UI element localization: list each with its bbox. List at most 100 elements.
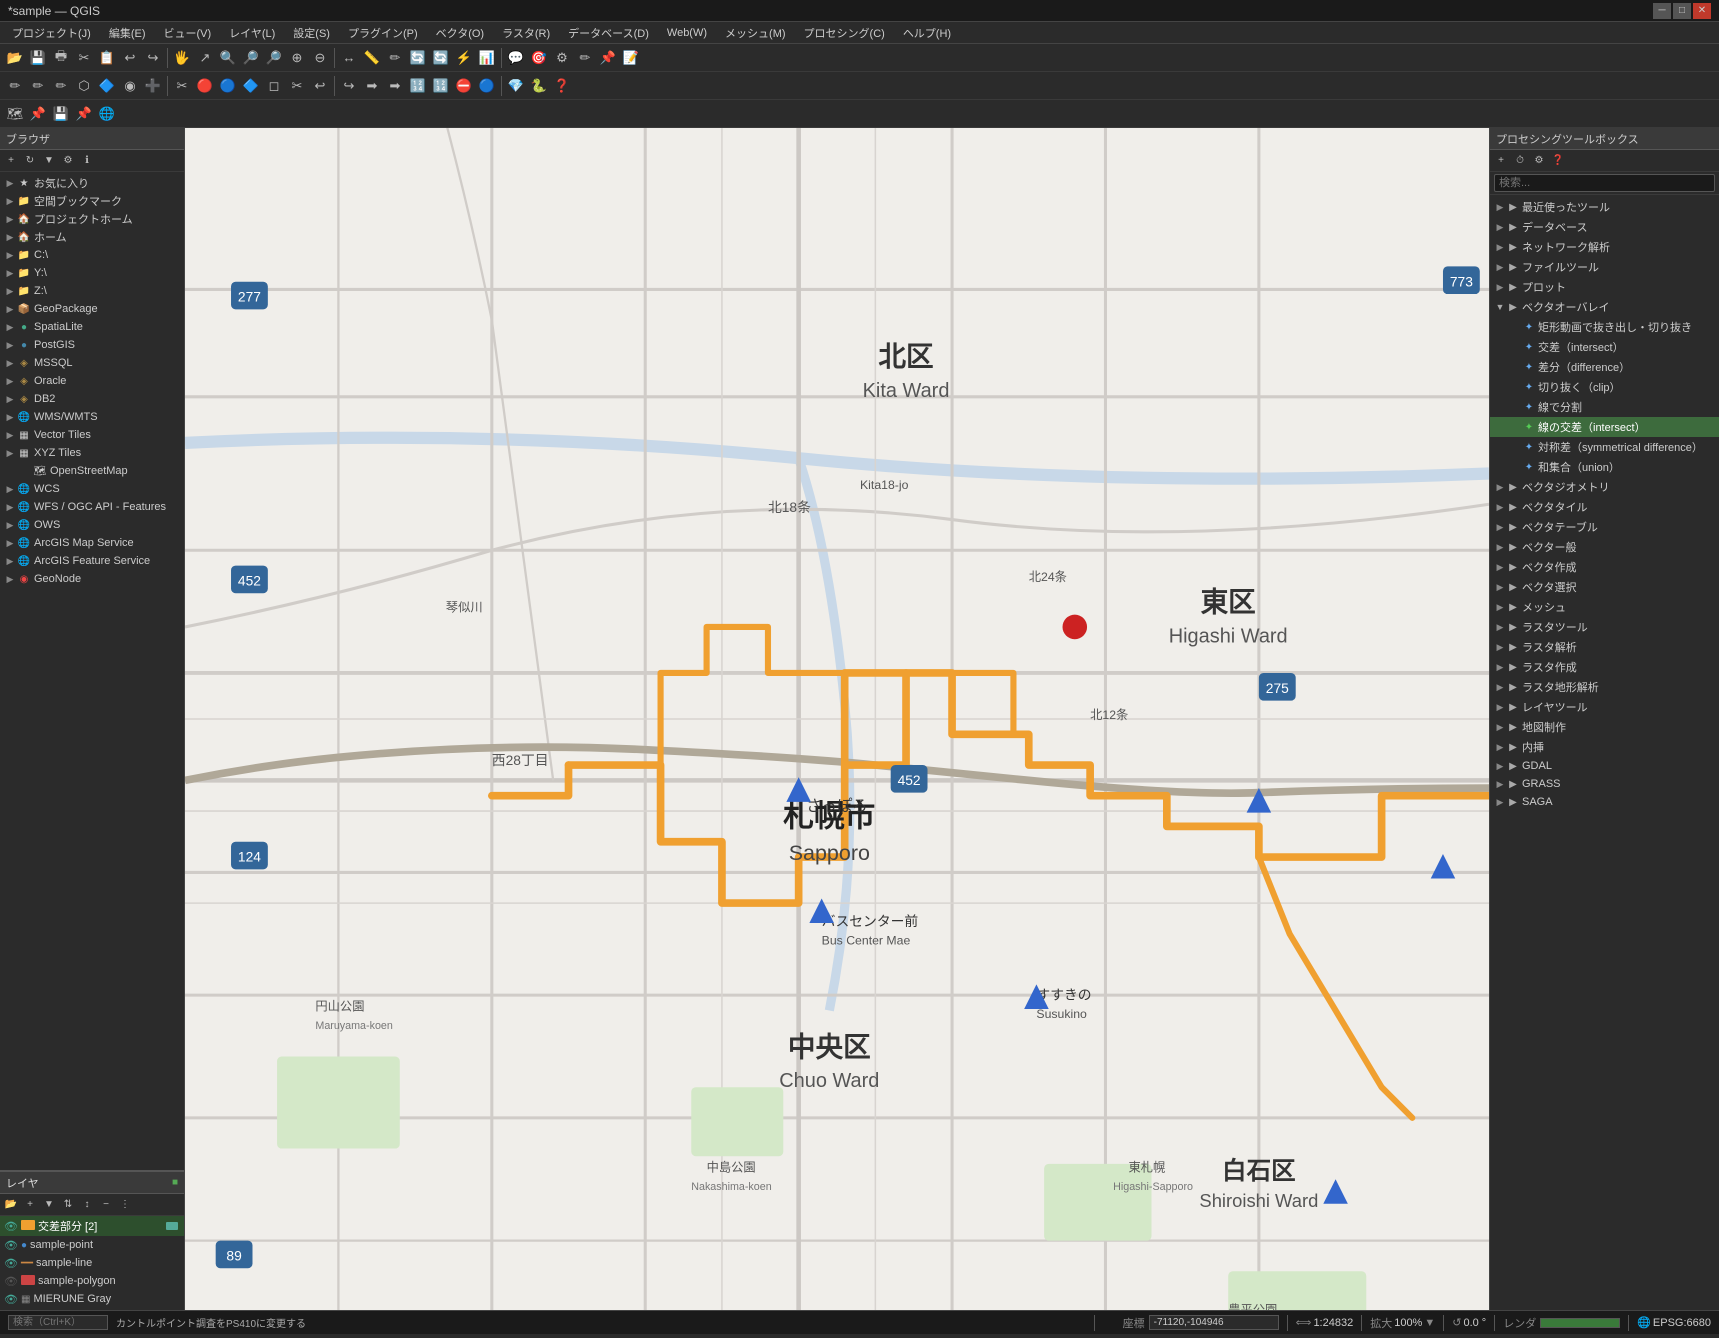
proc-tree-item-21[interactable]: ▶▶ラスタツール — [1490, 617, 1719, 637]
proc-tree-item-24[interactable]: ▶▶ラスタ地形解析 — [1490, 677, 1719, 697]
browser-add-button[interactable]: + — [2, 152, 20, 170]
browser-tree-item-12[interactable]: ▶◈DB2 — [0, 390, 184, 408]
toolbar-button-4[interactable]: 📋 — [96, 47, 118, 69]
proc-history-button[interactable]: ⏱ — [1511, 152, 1529, 170]
browser-tree-item-19[interactable]: ▶🌐OWS — [0, 516, 184, 534]
menu-item-s[interactable]: 設定(S) — [285, 23, 338, 43]
menu-item-j[interactable]: プロジェクト(J) — [4, 23, 99, 43]
browser-tree-item-21[interactable]: ▶🌐ArcGIS Feature Service — [0, 552, 184, 570]
toolbar-button-10[interactable]: 🔷 — [240, 75, 262, 97]
browser-tree-item-20[interactable]: ▶🌐ArcGIS Map Service — [0, 534, 184, 552]
toolbar-button-15[interactable]: 📏 — [361, 47, 383, 69]
layer-visibility-4[interactable]: 👁 — [4, 1292, 18, 1306]
layer-options-0[interactable] — [164, 1218, 180, 1234]
toolbar-button-14[interactable]: ↪ — [338, 75, 360, 97]
menu-item-m[interactable]: メッシュ(M) — [717, 23, 794, 43]
toolbar-button-0[interactable]: 📂 — [4, 47, 26, 69]
toolbar-button-9[interactable]: 🔍 — [217, 47, 239, 69]
toolbar-button-20[interactable]: 📊 — [476, 47, 498, 69]
proc-tree-item-11[interactable]: ✦線の交差（intersect） — [1490, 417, 1719, 437]
toolbar-button-23[interactable]: ❓ — [551, 75, 573, 97]
proc-settings-button[interactable]: ⚙ — [1530, 152, 1548, 170]
toolbar-button-16[interactable]: ➡ — [384, 75, 406, 97]
proc-tree-item-2[interactable]: ▶▶ネットワーク解析 — [1490, 237, 1719, 257]
layers-options-button[interactable]: ⋮ — [116, 1196, 134, 1214]
proc-tree-item-15[interactable]: ▶▶ベクタタイル — [1490, 497, 1719, 517]
toolbar-button-25[interactable]: 📌 — [597, 47, 619, 69]
layer-visibility-2[interactable]: 👁 — [4, 1256, 18, 1270]
browser-tree-item-22[interactable]: ▶◉GeoNode — [0, 570, 184, 588]
proc-tree-item-9[interactable]: ✦切り抜く（clip） — [1490, 377, 1719, 397]
proc-tree-item-16[interactable]: ▶▶ベクタテーブル — [1490, 517, 1719, 537]
proc-tree-item-18[interactable]: ▶▶ベクタ作成 — [1490, 557, 1719, 577]
toolbar-button-1[interactable]: ✏ — [27, 75, 49, 97]
browser-tree-item-9[interactable]: ▶●PostGIS — [0, 336, 184, 354]
toolbar-button-19[interactable]: ⚡ — [453, 47, 475, 69]
proc-tree-item-27[interactable]: ▶▶内挿 — [1490, 737, 1719, 757]
toolbar-button-11[interactable]: 🔎 — [263, 47, 285, 69]
proc-tree-item-12[interactable]: ✦対称差（symmetrical difference） — [1490, 437, 1719, 457]
proc-tree-item-5[interactable]: ▼▶ベクタオーバレイ — [1490, 297, 1719, 317]
toolbar-button-17[interactable]: 🔢 — [407, 75, 429, 97]
toolbar-button-4[interactable]: 🔷 — [96, 75, 118, 97]
toolbar-button-2[interactable]: 🖶 — [50, 47, 72, 69]
toolbar-button-3[interactable]: ⬡ — [73, 75, 95, 97]
toolbar-button-1[interactable]: 📌 — [27, 103, 49, 125]
map-area[interactable]: 北区 Kita Ward 東区 Higashi Ward 札幌市 Sapporo… — [185, 128, 1489, 1310]
browser-tree-item-3[interactable]: ▶🏠ホーム — [0, 228, 184, 246]
toolbar-button-1[interactable]: 💾 — [27, 47, 49, 69]
proc-tree-item-0[interactable]: ▶▶最近使ったツール — [1490, 197, 1719, 217]
toolbar-button-5[interactable]: ↩ — [119, 47, 141, 69]
proc-tree-item-26[interactable]: ▶▶地図制作 — [1490, 717, 1719, 737]
layer-item-1[interactable]: 👁●sample-point — [0, 1236, 184, 1254]
browser-tree-item-17[interactable]: ▶🌐WCS — [0, 480, 184, 498]
browser-tree-item-10[interactable]: ▶◈MSSQL — [0, 354, 184, 372]
toolbar-button-4[interactable]: 🌐 — [96, 103, 118, 125]
browser-tree-item-5[interactable]: ▶📁Y:\ — [0, 264, 184, 282]
proc-tree-item-28[interactable]: ▶▶GDAL — [1490, 757, 1719, 775]
layers-remove-button[interactable]: − — [97, 1196, 115, 1214]
proc-add-button[interactable]: + — [1492, 152, 1510, 170]
browser-tree-item-6[interactable]: ▶📁Z:\ — [0, 282, 184, 300]
proc-tree-item-22[interactable]: ▶▶ラスタ解析 — [1490, 637, 1719, 657]
toolbar-button-3[interactable]: ✂ — [73, 47, 95, 69]
toolbar-button-22[interactable]: 🐍 — [528, 75, 550, 97]
menu-item-e[interactable]: 編集(E) — [101, 23, 154, 43]
toolbar-button-21[interactable]: 💎 — [505, 75, 527, 97]
toolbar-button-5[interactable]: ◉ — [119, 75, 141, 97]
toolbar-button-6[interactable]: ↪ — [142, 47, 164, 69]
menu-item-l[interactable]: レイヤ(L) — [221, 23, 283, 43]
proc-tree-item-1[interactable]: ▶▶データベース — [1490, 217, 1719, 237]
toolbar-button-13[interactable]: ↩ — [309, 75, 331, 97]
proc-help-button[interactable]: ❓ — [1549, 152, 1567, 170]
toolbar-button-7[interactable]: 🖐 — [171, 47, 193, 69]
browser-filter-button[interactable]: ▼ — [40, 152, 58, 170]
toolbar-button-11[interactable]: ◻ — [263, 75, 285, 97]
toolbar-button-18[interactable]: 🔄 — [430, 47, 452, 69]
menu-item-r[interactable]: ラスタ(R) — [494, 23, 558, 43]
toolbar-button-8[interactable]: ↗ — [194, 47, 216, 69]
browser-info-button[interactable]: ℹ — [78, 152, 96, 170]
processing-search-input[interactable] — [1494, 174, 1715, 192]
proc-tree-item-13[interactable]: ✦和集合（union） — [1490, 457, 1719, 477]
toolbar-button-19[interactable]: ⛔ — [453, 75, 475, 97]
toolbar-button-20[interactable]: 🔵 — [476, 75, 498, 97]
toolbar-button-9[interactable]: 🔵 — [217, 75, 239, 97]
toolbar-button-22[interactable]: 🎯 — [528, 47, 550, 69]
browser-tree-item-0[interactable]: ▶★お気に入り — [0, 174, 184, 192]
layers-filter-button[interactable]: ▼ — [40, 1196, 58, 1214]
close-button[interactable]: ✕ — [1693, 3, 1711, 19]
menu-item-c[interactable]: プロセシング(C) — [796, 23, 893, 43]
toolbar-button-21[interactable]: 💬 — [505, 47, 527, 69]
toolbar-button-0[interactable]: ✏ — [4, 75, 26, 97]
layers-add-button[interactable]: + — [21, 1196, 39, 1214]
layers-open-button[interactable]: 📂 — [2, 1196, 20, 1214]
browser-tree-item-13[interactable]: ▶🌐WMS/WMTS — [0, 408, 184, 426]
browser-tree-item-16[interactable]: 🗺OpenStreetMap — [0, 462, 184, 480]
toolbar-button-23[interactable]: ⚙ — [551, 47, 573, 69]
toolbar-button-12[interactable]: ✂ — [286, 75, 308, 97]
proc-tree-item-17[interactable]: ▶▶ベクター般 — [1490, 537, 1719, 557]
layer-item-0[interactable]: 👁交差部分 [2] — [0, 1216, 184, 1236]
toolbar-button-12[interactable]: ⊕ — [286, 47, 308, 69]
toolbar-button-0[interactable]: 🗺 — [4, 103, 26, 125]
